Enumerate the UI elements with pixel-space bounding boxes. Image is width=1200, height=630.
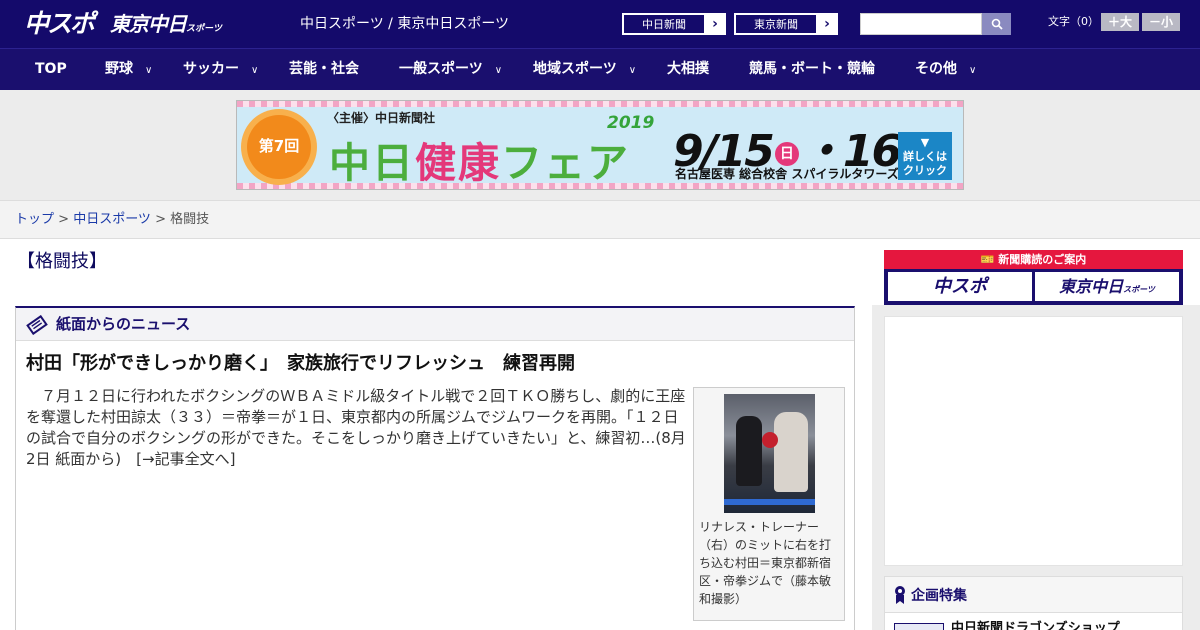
font-size-label: 文字（0） xyxy=(1048,15,1099,28)
read-more-link[interactable]: [→記事全文へ] xyxy=(136,450,235,468)
banner-host: 〈主催〉中日新聞社 xyxy=(327,111,436,125)
font-size-up-button[interactable]: ＋大 xyxy=(1101,13,1139,31)
ticket-icon: 🎫 xyxy=(980,253,999,266)
search-button[interactable] xyxy=(982,13,1011,35)
nav-label: 芸能・社会 xyxy=(289,61,359,77)
photo-caption: リナレス・トレーナー（右）のミットに右を打ち込む村田＝東京都新宿区・帝拳ジムで（… xyxy=(699,520,832,606)
nav-label: TOP xyxy=(35,61,67,77)
feature-box: 企画特集 中日新聞ドラゴンズショップ xyxy=(884,576,1183,630)
nav-label: 一般スポーツ xyxy=(399,61,483,77)
chevron-right-icon: › xyxy=(705,14,725,34)
nav-item-entertainment[interactable]: 芸能・社会 xyxy=(289,49,359,91)
newspaper-icon xyxy=(26,315,48,335)
banner-day-a: 日 xyxy=(774,142,799,166)
photo-figure-boxer xyxy=(736,416,762,486)
photo-ring xyxy=(724,499,815,505)
chevron-down-icon: ∨ xyxy=(628,65,637,76)
chevron-right-icon: › xyxy=(817,14,837,34)
main-nav: TOP 野球 ∨ サッカー ∨ 芸能・社会 一般スポーツ ∨ 地域スポーツ ∨ 大相撲 … xyxy=(0,48,1200,90)
tokyo-chunichi-logo[interactable]: 東京中日スポーツ xyxy=(110,11,222,42)
article-body-text: ７月１２日に行われたボクシングのＷＢＡミドル級タイトル戦で２回ＴＫＯ勝ちし、劇的… xyxy=(26,387,686,468)
chevron-down-icon: ∨ xyxy=(969,65,977,76)
photo-figure-trainer xyxy=(774,412,808,492)
font-size-down-button[interactable]: －小 xyxy=(1142,13,1180,31)
feature-item-thumbnail[interactable] xyxy=(894,623,944,630)
chevron-down-icon: ∨ xyxy=(494,65,503,76)
nav-item-baseball[interactable]: 野球 ∨ xyxy=(105,49,152,91)
breadcrumb-separator: > xyxy=(54,212,74,227)
breadcrumb-link-chunichi-sports[interactable]: 中日スポーツ xyxy=(73,212,151,227)
subscribe-tokyo-sub: スポーツ xyxy=(1123,285,1155,294)
tokyo-logo-sub: スポーツ xyxy=(186,24,222,34)
banner-area: 第7回 〈主催〉中日新聞社 2019 中日健康フェア 9/15日・16祝 名古屋… xyxy=(0,90,1200,200)
nav-label: 競馬・ボート・競輪 xyxy=(749,61,875,77)
page-title: 【格闘技】 xyxy=(17,251,107,272)
site-title: 中日スポーツ / 東京中日スポーツ xyxy=(300,16,510,32)
nav-item-general-sports[interactable]: 一般スポーツ ∨ xyxy=(399,49,502,91)
banner-title-part3: フェア xyxy=(501,139,630,187)
nav-label: その他 xyxy=(915,61,957,77)
chunichi-shimbun-link[interactable]: 中日新聞 › xyxy=(622,13,726,35)
subscribe-tokyo-text: 東京中日 xyxy=(1059,277,1124,296)
chevron-down-icon: ∨ xyxy=(145,65,153,76)
nav-item-top[interactable]: TOP xyxy=(35,49,67,91)
nav-label: 野球 xyxy=(105,61,133,77)
subscription-header[interactable]: 🎫 新聞購読のご案内 xyxy=(884,250,1183,269)
nav-item-racing[interactable]: 競馬・ボート・競輪 xyxy=(749,49,875,91)
news-box: 紙面からのニュース 村田「形ができしっかり磨く」 家族旅行でリフレッシュ 練習再… xyxy=(15,306,855,630)
nav-item-other[interactable]: その他 ∨ xyxy=(915,49,976,91)
feature-item-label[interactable]: 中日新聞ドラゴンズショップ xyxy=(951,620,1120,630)
article-photo[interactable] xyxy=(724,394,815,513)
nav-label: サッカー xyxy=(183,61,239,77)
banner-event-title: 中日健康フェア xyxy=(329,129,630,189)
news-box-title: 紙面からのニュース xyxy=(56,315,191,333)
chuspo-logo[interactable]: 中スポ xyxy=(24,9,95,39)
article-summary: ７月１２日に行われたボクシングのＷＢＡミドル級タイトル戦で２回ＴＫＯ勝ちし、劇的… xyxy=(26,386,686,470)
breadcrumb-link-top[interactable]: トップ xyxy=(15,212,54,227)
nav-item-sumo[interactable]: 大相撲 xyxy=(667,49,709,91)
tokyo-shimbun-link[interactable]: 東京新聞 › xyxy=(734,13,838,35)
site-header: 中スポ 東京中日スポーツ 中日スポーツ / 東京中日スポーツ 中日新聞 › 東京… xyxy=(0,0,1200,48)
banner-click-button[interactable]: ▼ 詳しくは クリック xyxy=(898,132,952,180)
breadcrumb-separator: > xyxy=(150,212,171,227)
breadcrumb-current: 格闘技 xyxy=(170,212,210,227)
photo-glove xyxy=(762,432,778,448)
banner-stripe xyxy=(237,101,963,107)
advertisement-slot xyxy=(884,316,1183,566)
banner-edition: 第7回 xyxy=(258,137,300,155)
banner-title-part1: 中日 xyxy=(329,139,415,187)
nav-label: 地域スポーツ xyxy=(533,61,617,77)
nav-item-soccer[interactable]: サッカー ∨ xyxy=(183,49,258,91)
tokyo-shimbun-label: 東京新聞 xyxy=(735,14,817,34)
health-fair-banner[interactable]: 第7回 〈主催〉中日新聞社 2019 中日健康フェア 9/15日・16祝 名古屋… xyxy=(236,100,964,190)
nav-item-regional-sports[interactable]: 地域スポーツ ∨ xyxy=(533,49,636,91)
nav-label: 大相撲 xyxy=(667,61,709,77)
banner-title-part2: 健康 xyxy=(415,139,501,187)
chevron-down-icon: ∨ xyxy=(251,65,259,76)
news-box-header: 紙面からのニュース xyxy=(16,308,854,341)
breadcrumb: トップ > 中日スポーツ > 格闘技 xyxy=(0,200,1200,239)
subscribe-chuspo-button[interactable]: 中スポ xyxy=(888,272,1032,301)
search-icon xyxy=(991,18,1003,30)
feature-box-header: 企画特集 xyxy=(885,577,1182,613)
chunichi-shimbun-label: 中日新聞 xyxy=(623,14,705,34)
search-input[interactable] xyxy=(860,13,982,35)
sun-graphic: 第7回 xyxy=(247,115,311,179)
ribbon-icon xyxy=(895,586,905,604)
feature-title: 企画特集 xyxy=(911,588,967,604)
subscribe-tokyo-button[interactable]: 東京中日スポーツ xyxy=(1035,272,1179,301)
subscription-head-text: 新聞購読のご案内 xyxy=(998,253,1087,266)
article-title[interactable]: 村田「形ができしっかり磨く」 家族旅行でリフレッシュ 練習再開 xyxy=(26,352,575,376)
subscription-box: 🎫 新聞購読のご案内 中スポ 東京中日スポーツ xyxy=(884,250,1183,305)
tokyo-logo-text: 東京中日 xyxy=(110,12,187,36)
article-photo-box: リナレス・トレーナー（右）のミットに右を打ち込む村田＝東京都新宿区・帝拳ジムで（… xyxy=(693,387,845,621)
banner-venue: 名古屋医専 総合校舎 スパイラルタワーズ xyxy=(675,167,899,181)
